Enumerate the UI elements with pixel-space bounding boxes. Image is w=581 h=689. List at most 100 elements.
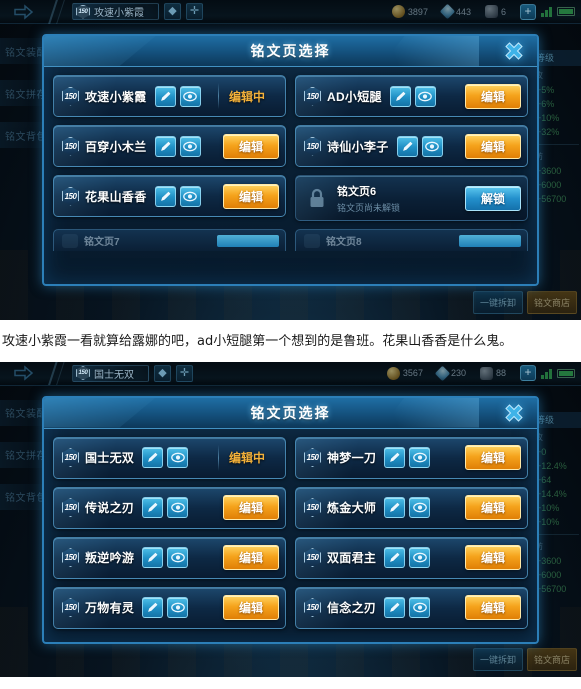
- topbar-system-indicators: +: [520, 3, 581, 20]
- eye-icon[interactable]: [414, 85, 436, 107]
- edit-button[interactable]: 编辑: [465, 445, 521, 470]
- eye-icon[interactable]: [179, 85, 201, 107]
- edit-button[interactable]: 编辑: [223, 545, 279, 570]
- plus-icon[interactable]: ✛: [176, 364, 193, 382]
- inscription-card[interactable]: 150 传说之刃 编辑: [53, 486, 286, 529]
- tag-icon[interactable]: [154, 85, 176, 107]
- level-badge-icon: 150: [62, 137, 79, 156]
- inscription-card[interactable]: 150 攻速小紫霞 编辑中: [53, 75, 286, 117]
- back-arrow-icon[interactable]: [0, 0, 46, 24]
- card-badge-value: 150: [64, 553, 77, 562]
- edit-button[interactable]: 编辑: [223, 595, 279, 620]
- eye-icon[interactable]: [179, 185, 201, 207]
- topbar-system-indicators: +: [520, 365, 581, 381]
- card-badge-value: 150: [64, 503, 77, 512]
- edit-button[interactable]: 编辑: [465, 545, 521, 570]
- edit-button[interactable]: 编辑: [223, 183, 279, 209]
- edit-button[interactable]: 编辑: [465, 83, 521, 109]
- inscription-card-locked[interactable]: 铭文页8: [295, 229, 528, 251]
- eye-icon[interactable]: [409, 497, 431, 518]
- unlock-button[interactable]: [459, 234, 521, 247]
- edit-button[interactable]: 编辑: [465, 595, 521, 620]
- edit-button[interactable]: 编辑: [223, 495, 279, 520]
- eye-icon[interactable]: [409, 547, 431, 568]
- edit-button[interactable]: 编辑: [465, 133, 521, 159]
- eye-icon[interactable]: [167, 597, 189, 618]
- player-name-plate[interactable]: 150 国士无双: [72, 364, 149, 382]
- gem-currency[interactable]: 443: [439, 3, 471, 20]
- tag-icon[interactable]: [389, 85, 411, 107]
- tag-icon[interactable]: [384, 447, 406, 468]
- tag-icon[interactable]: [384, 597, 406, 618]
- eye-icon[interactable]: [167, 497, 189, 518]
- card-badge-value: 150: [306, 453, 319, 462]
- ticket-currency[interactable]: 6: [484, 5, 506, 18]
- plus-icon[interactable]: ✛: [186, 3, 203, 20]
- inscription-card[interactable]: 150 诗仙小李子 编辑: [295, 125, 528, 167]
- eye-icon[interactable]: [167, 547, 189, 568]
- inscription-shop-button[interactable]: 铭文商店: [526, 291, 577, 314]
- edit-button[interactable]: 编辑: [223, 133, 279, 159]
- stat-value: +3600: [536, 166, 562, 176]
- unlock-button[interactable]: [217, 234, 279, 247]
- inscription-card[interactable]: 150 信念之刃 编辑: [295, 586, 528, 629]
- tag-icon[interactable]: [142, 547, 164, 568]
- gem-value: 230: [450, 368, 466, 378]
- inscription-card-locked[interactable]: 铭文页6 铭文页尚未解锁 解锁: [295, 175, 528, 221]
- inscription-card-locked[interactable]: 铭文页7: [53, 229, 286, 251]
- bag-icon[interactable]: ◆: [154, 364, 171, 382]
- level-badge-icon: 150: [304, 137, 321, 156]
- bag-icon[interactable]: ◆: [164, 3, 181, 20]
- top-status-bar: 150 国士无双 ◆ ✛ 3567 230 88 +: [0, 361, 581, 386]
- inscription-card[interactable]: 150 花果山香香 编辑: [53, 175, 286, 217]
- eye-icon[interactable]: [409, 597, 431, 618]
- level-badge-icon: 150: [304, 548, 321, 567]
- card-action: 编辑: [215, 595, 279, 620]
- ticket-currency[interactable]: 88: [479, 366, 506, 380]
- add-currency-button[interactable]: +: [520, 3, 536, 20]
- inscription-card[interactable]: 150 万物有灵 编辑: [53, 586, 286, 629]
- gem-icon: [434, 365, 451, 381]
- tag-icon[interactable]: [154, 185, 176, 207]
- tag-icon[interactable]: [142, 597, 164, 618]
- inscription-card[interactable]: 150 神梦一刀 编辑: [295, 436, 528, 479]
- dialog-body: 150 攻速小紫霞 编辑中 150 AD小短腿 编辑 150 百穿小木兰 编辑 …: [44, 67, 537, 284]
- tag-icon[interactable]: [384, 547, 406, 568]
- eye-icon[interactable]: [409, 447, 431, 468]
- eye-icon[interactable]: [167, 447, 189, 468]
- inscription-page-dialog: 铭文页选择 150 国士无双 编辑中 150 神梦一刀 编辑 150 传说之刃 …: [42, 395, 539, 644]
- card-name: 百穿小木兰: [85, 139, 147, 154]
- edit-button[interactable]: 编辑: [465, 495, 521, 520]
- gold-currency[interactable]: 3897: [391, 5, 428, 18]
- close-icon[interactable]: [499, 398, 529, 428]
- tag-icon[interactable]: [154, 135, 176, 157]
- tag-icon[interactable]: [142, 497, 164, 518]
- card-action: 编辑: [457, 545, 521, 570]
- level-badge-icon: 150: [304, 87, 321, 106]
- back-arrow-icon[interactable]: [0, 362, 46, 386]
- card-name: 诗仙小李子: [327, 139, 389, 154]
- gem-currency[interactable]: 230: [434, 365, 466, 381]
- card-action: 编辑: [215, 183, 279, 209]
- unlock-button[interactable]: 解锁: [465, 185, 521, 211]
- eye-icon[interactable]: [421, 135, 443, 157]
- inscription-card[interactable]: 150 AD小短腿 编辑: [295, 75, 528, 117]
- dismantle-all-button[interactable]: 一键拆卸: [472, 647, 523, 671]
- dismantle-all-button[interactable]: 一键拆卸: [472, 291, 523, 314]
- tag-icon[interactable]: [384, 497, 406, 518]
- add-currency-button[interactable]: +: [520, 365, 536, 381]
- inscription-card[interactable]: 150 叛逆吟游 编辑: [53, 536, 286, 579]
- player-name-plate[interactable]: 150 攻速小紫霞: [72, 3, 159, 20]
- close-icon[interactable]: [499, 36, 529, 66]
- tag-icon[interactable]: [396, 135, 418, 157]
- eye-icon[interactable]: [179, 135, 201, 157]
- card-action: 编辑中: [210, 83, 279, 109]
- gold-currency[interactable]: 3567: [386, 366, 423, 380]
- inscription-card[interactable]: 150 国士无双 编辑中: [53, 436, 286, 479]
- inscription-card[interactable]: 150 百穿小木兰 编辑: [53, 125, 286, 167]
- tag-icon[interactable]: [142, 447, 164, 468]
- inscription-page-grid: 150 国士无双 编辑中 150 神梦一刀 编辑 150 传说之刃 编辑 150…: [53, 436, 528, 629]
- inscription-shop-button[interactable]: 铭文商店: [526, 647, 577, 671]
- inscription-card[interactable]: 150 双面君主 编辑: [295, 536, 528, 579]
- inscription-card[interactable]: 150 炼金大师 编辑: [295, 486, 528, 529]
